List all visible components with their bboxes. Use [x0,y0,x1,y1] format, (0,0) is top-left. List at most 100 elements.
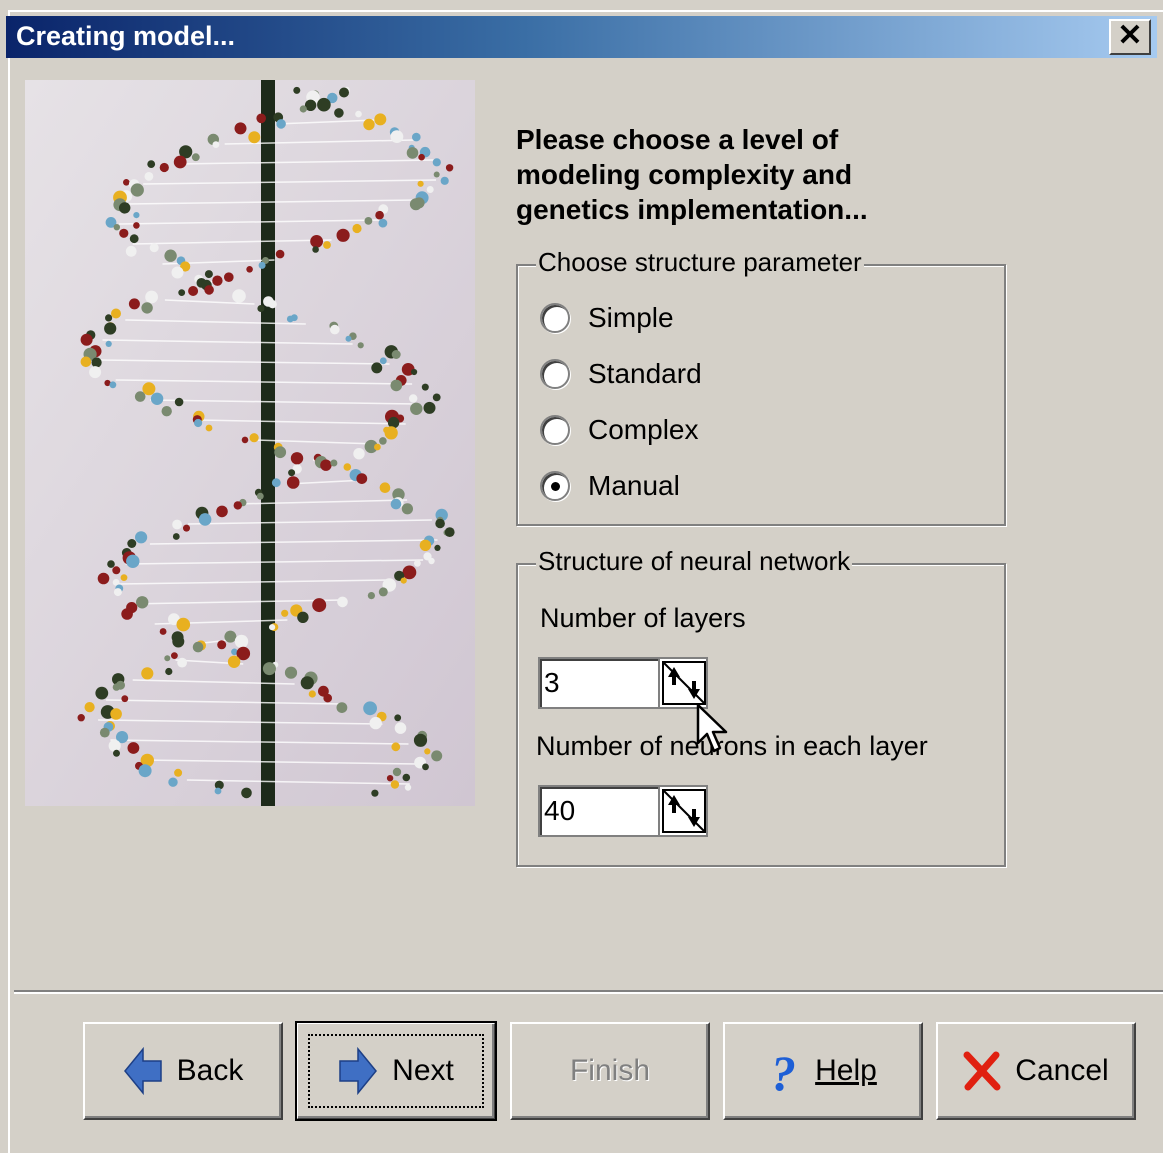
helix-bead [401,503,413,515]
dna-helix-model-image [25,80,475,806]
helix-bead [171,266,184,279]
helix-bead [312,246,319,253]
helix-bead [363,701,377,716]
helix-bead [391,350,401,359]
helix-bead [378,587,388,597]
helix-bead [323,241,331,249]
helix-bead [105,340,112,347]
helix-bead [192,641,204,653]
helix-bead [89,366,102,379]
neurons-input[interactable] [538,785,658,837]
helix-bead [256,113,266,124]
helix-bead [412,132,421,142]
dna-helix-illustration [25,80,475,806]
close-button[interactable]: ✕ [1109,19,1151,55]
helix-bead [168,777,178,787]
radio-manual[interactable]: Manual [540,468,680,504]
helix-bead [444,527,455,537]
helix-bead [411,368,418,376]
helix-bead [374,443,381,451]
helix-bead [337,596,348,608]
helix-bead [378,218,388,228]
helix-bead [274,446,287,459]
helix-bead [249,433,259,443]
helix-bead [308,690,316,698]
layers-input[interactable] [538,657,658,709]
helix-bead [212,275,223,286]
cancel-button[interactable]: Cancel [936,1022,1136,1120]
helix-bead [426,186,434,193]
layers-spin-button[interactable] [658,657,708,709]
helix-bead [80,356,92,368]
helix-bead [121,608,133,620]
neural-network-legend: Structure of neural network [536,546,853,577]
radio-manual-label[interactable]: Manual [588,470,680,502]
radio-simple-circle[interactable] [540,303,570,333]
radio-simple[interactable]: Simple [540,300,674,336]
radio-complex-label[interactable]: Complex [588,414,698,446]
helix-bead [334,108,344,118]
layers-stepper[interactable] [538,657,708,709]
radio-standard-label[interactable]: Standard [588,358,702,390]
helix-bead [111,308,121,319]
back-button[interactable]: Back [83,1022,283,1120]
helix-bead [258,261,266,269]
radio-simple-label[interactable]: Simple [588,302,674,334]
finish-button[interactable]: Finish [510,1022,710,1120]
helix-bead [288,469,296,477]
helix-bead [384,426,398,440]
helix-bead [440,176,449,185]
helix-bead [176,617,191,632]
dialog-titlebar[interactable]: Creating model... ✕ [6,16,1157,58]
helix-bead [164,655,171,662]
helix-bead [109,381,117,389]
helix-bead [406,147,419,159]
helix-bead [432,393,441,402]
helix-bead [120,574,128,581]
helix-bead [374,113,387,126]
radio-manual-circle[interactable] [540,471,570,501]
helix-bead [379,482,391,494]
helix-bead [276,119,286,129]
helix-bead [400,577,407,584]
helix-bead [386,775,394,782]
helix-bead [336,228,350,242]
helix-bead [191,153,200,162]
helix-bead [300,676,314,690]
neurons-spin-button[interactable] [658,785,708,837]
helix-bead [433,171,440,178]
helix-bead [355,110,362,118]
radio-standard[interactable]: Standard [540,356,702,392]
helix-bead [390,498,402,510]
radio-complex-circle[interactable] [540,415,570,445]
helix-bead [269,624,276,631]
helix-bead [310,235,323,248]
helix-bead [127,539,137,548]
helix-bead [141,302,153,314]
helix-bead [216,505,228,518]
helix-bead [234,122,247,135]
next-button[interactable]: Next [295,1021,497,1121]
helix-bead [136,596,149,609]
helix-bead [150,392,164,405]
helix-bead [138,764,152,778]
helix-bead [159,628,167,635]
help-button[interactable]: ? Help [723,1022,923,1120]
radio-standard-circle[interactable] [540,359,570,389]
layers-label: Number of layers [540,603,746,633]
helix-bead [105,314,113,322]
helix-bead [165,667,173,676]
radio-complex[interactable]: Complex [540,412,698,448]
helix-bead [423,401,436,414]
helix-bead [113,749,120,757]
svg-text:?: ? [771,1046,796,1096]
helix-bead [130,183,144,197]
neurons-stepper[interactable] [538,785,708,837]
helix-bead [432,158,441,167]
red-x-icon [963,1051,1001,1091]
helix-bead [317,97,331,112]
helix-bead [204,270,213,279]
helix-bead [110,708,122,720]
helix-bead [357,342,364,349]
helix-bead [248,131,261,144]
